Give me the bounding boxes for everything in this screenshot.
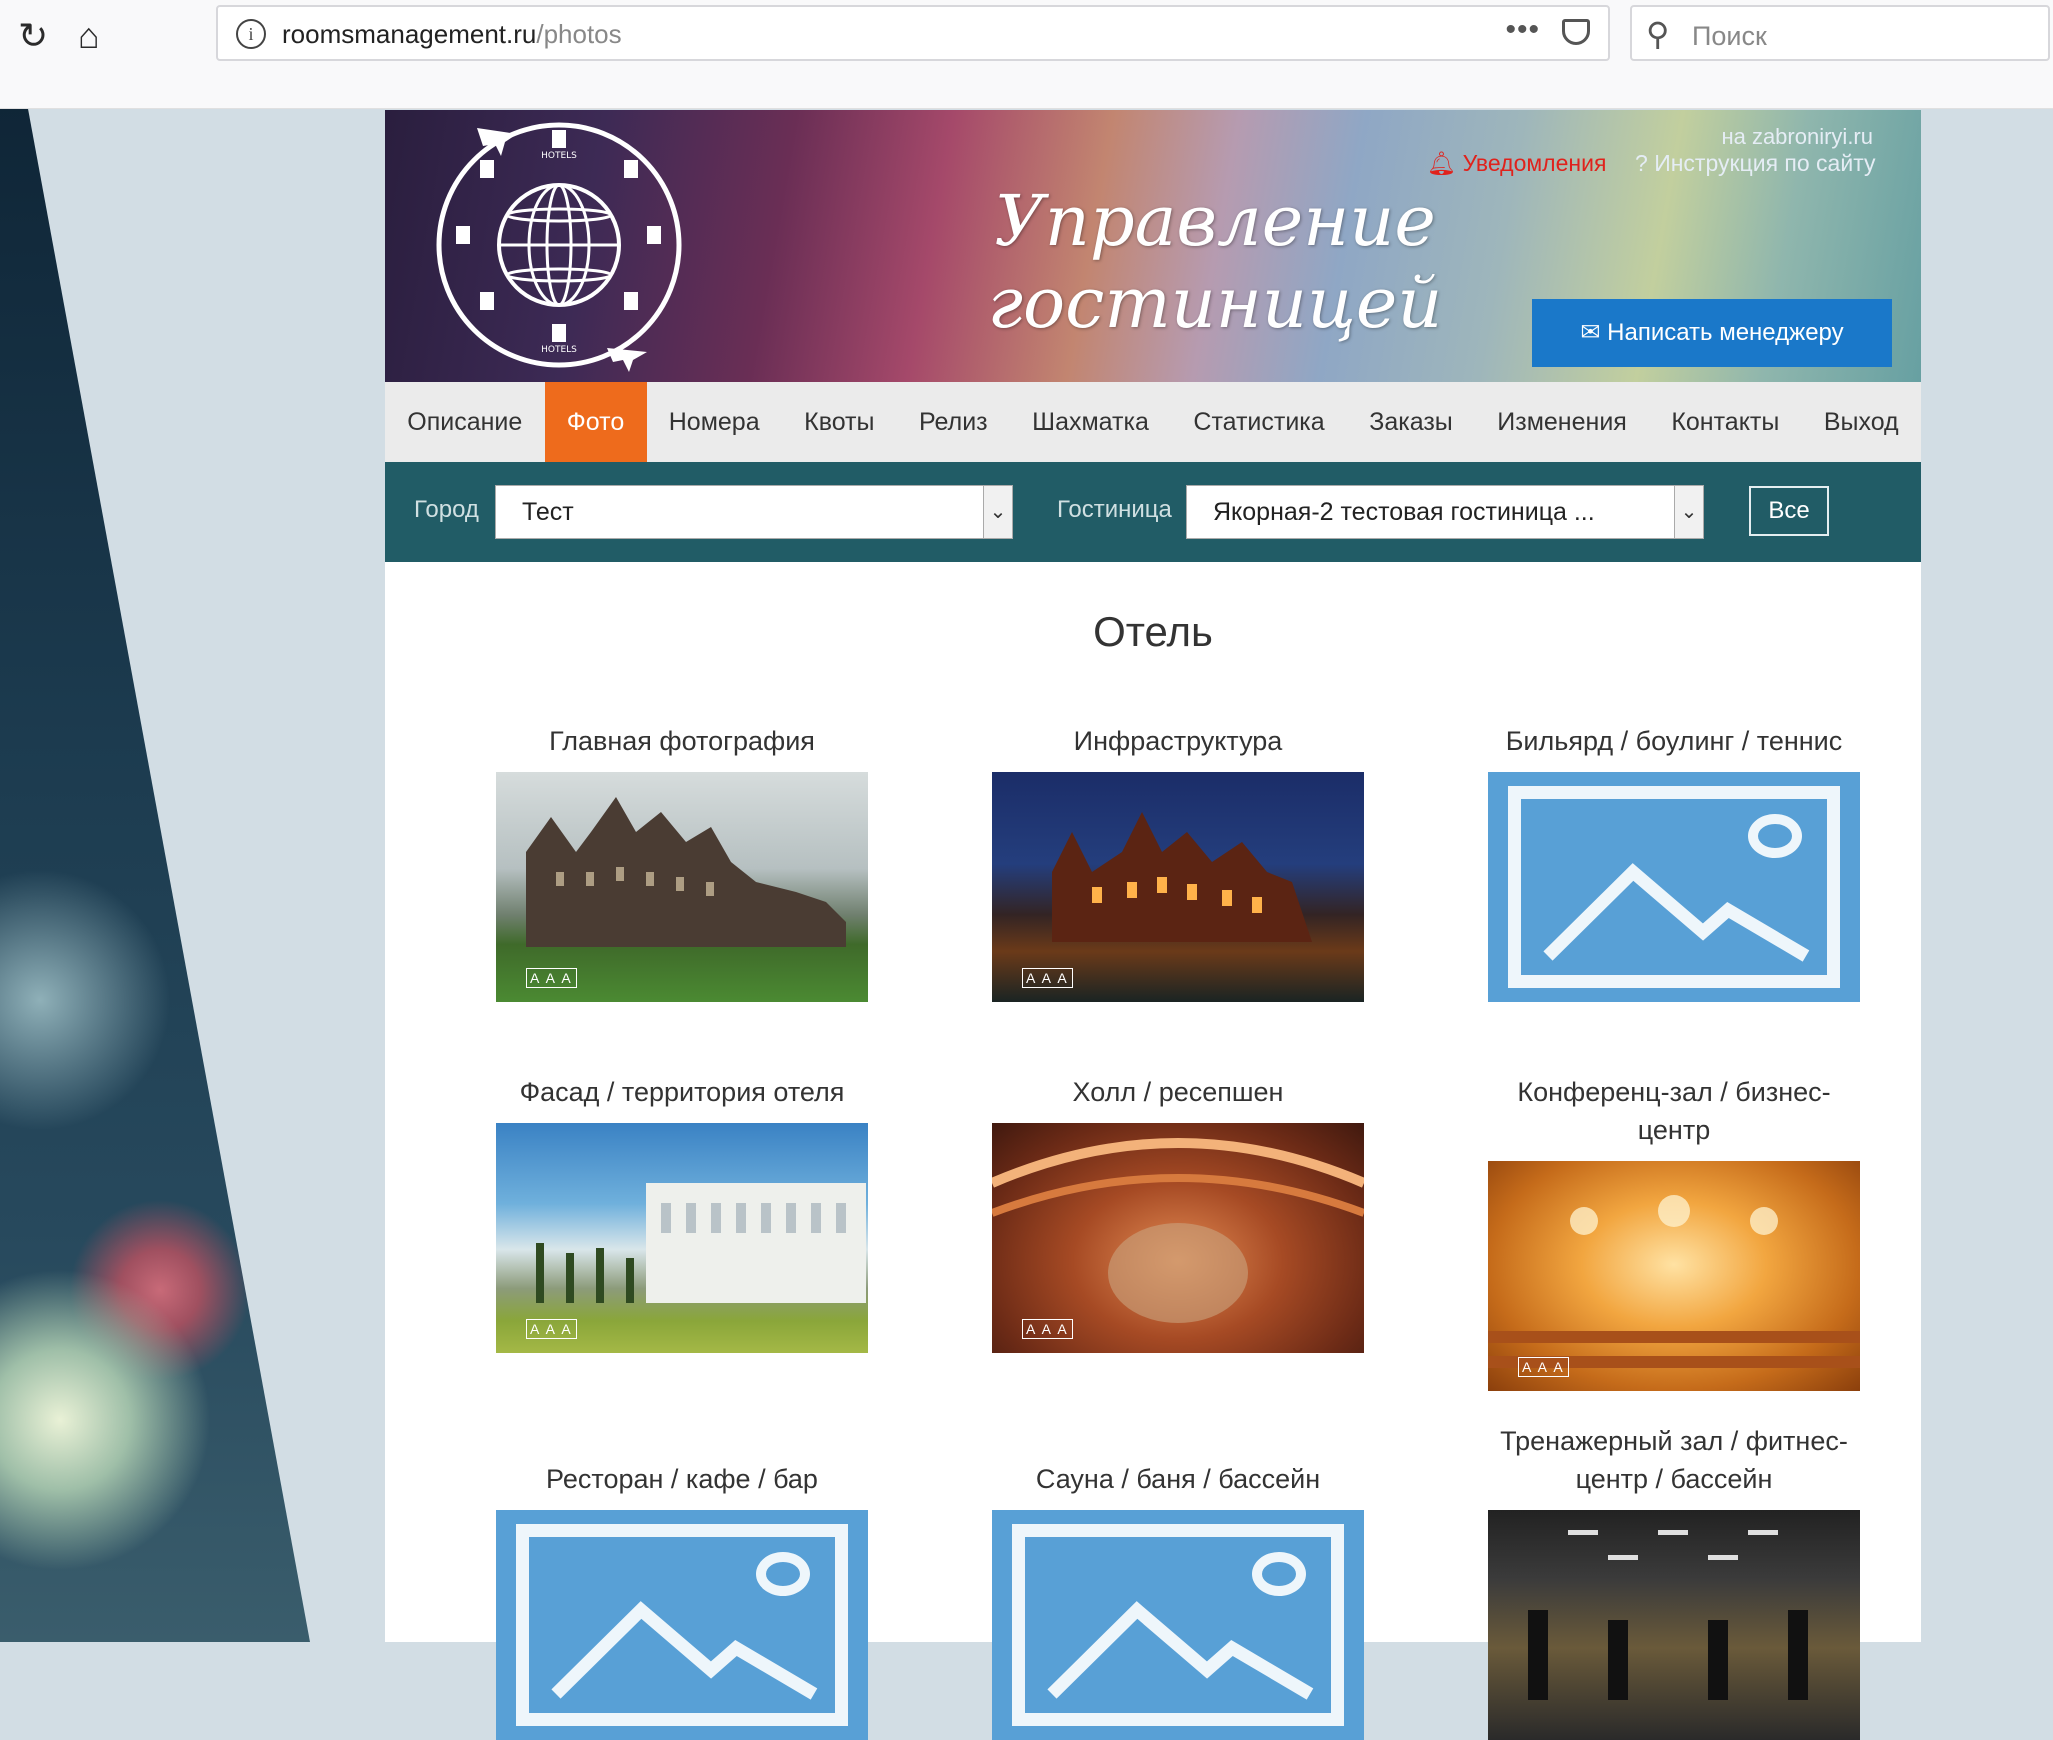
- chevron-down-icon[interactable]: ⌄: [1674, 486, 1703, 538]
- address-bar[interactable]: i roomsmanagement.ru/photos •••: [216, 5, 1610, 61]
- tab-quotas[interactable]: Квоты: [782, 382, 897, 462]
- city-label: Город: [414, 496, 479, 523]
- photo-caption: Холл / ресепшен: [1072, 1077, 1284, 1107]
- photo-caption: Сауна / баня / бассейн: [1035, 1464, 1321, 1494]
- tab-rooms[interactable]: Номера: [647, 382, 782, 462]
- photo-caption: Фасад / территория отеля: [519, 1077, 845, 1107]
- photo-thumbnail[interactable]: [1488, 1510, 1860, 1740]
- watermark: A A A: [526, 968, 577, 988]
- photo-caption: Инфраструктура: [1073, 726, 1283, 756]
- filter-bar: Город Тест ⌄ Гостиница Якорная-2 тестова…: [385, 462, 1921, 562]
- hotel-label: Гостиница: [1057, 496, 1172, 523]
- photo-card-main[interactable]: Главная фотография A A A: [496, 722, 868, 1002]
- tab-contacts[interactable]: Контакты: [1649, 382, 1802, 462]
- photo-caption: Главная фотография: [549, 726, 815, 756]
- chevron-down-icon[interactable]: ⌄: [983, 486, 1012, 538]
- all-button[interactable]: Все: [1749, 486, 1829, 536]
- section-title: Отель: [1093, 608, 1213, 655]
- help-link[interactable]: ? Инструкция по сайту: [1635, 150, 1875, 177]
- url-host: roomsmanagement.ru: [282, 19, 537, 49]
- city-value: Тест: [522, 498, 574, 526]
- tab-logout[interactable]: Выход: [1802, 382, 1921, 462]
- notifications-label: Уведомления: [1462, 150, 1607, 176]
- image-placeholder-icon[interactable]: [992, 1510, 1364, 1740]
- desktop-background: [0, 0, 310, 1642]
- tab-chessboard[interactable]: Шахматка: [1010, 382, 1171, 462]
- logo-hotels-label: HOTELS: [541, 345, 577, 355]
- main-nav-tabs: Описание Фото Номера Квоты Релиз Шахматк…: [385, 382, 1921, 462]
- notifications-link[interactable]: 🔔︎ Уведомления: [1427, 150, 1606, 177]
- browser-search-box[interactable]: ⚲ Поиск: [1630, 5, 2050, 61]
- photo-thumbnail[interactable]: A A A: [496, 1123, 868, 1353]
- reload-icon[interactable]: ↻: [18, 14, 48, 58]
- photo-caption: Тренажерный зал / фитнес-центр / бассейн: [1500, 1426, 1848, 1494]
- site-header: HOTELS HOTELS на zabroniryi.ru 🔔︎ Уведом…: [385, 110, 1921, 382]
- site-link[interactable]: на zabroniryi.ru: [1721, 124, 1873, 150]
- logo-hotels-label: HOTELS: [541, 151, 577, 161]
- photo-card-sauna[interactable]: Сауна / баня / бассейн: [992, 1460, 1364, 1740]
- help-label: Инструкция по сайту: [1654, 150, 1876, 176]
- hotel-value: Якорная-2 тестовая гостиница ...: [1213, 498, 1595, 526]
- photo-thumbnail[interactable]: A A A: [1488, 1161, 1860, 1391]
- page-actions-icon[interactable]: •••: [1505, 13, 1540, 47]
- hotel-select[interactable]: Якорная-2 тестовая гостиница ... ⌄: [1186, 485, 1704, 539]
- write-manager-button[interactable]: ✉ Написать менеджеру: [1532, 299, 1892, 367]
- photo-card-infrastructure[interactable]: Инфраструктура A A A: [992, 722, 1364, 1002]
- photo-card-conference[interactable]: Конференц-зал / бизнес-центр A A A: [1488, 1073, 1860, 1391]
- search-icon: ⚲: [1646, 16, 1670, 52]
- photo-thumbnail[interactable]: A A A: [992, 772, 1364, 1002]
- tab-statistics[interactable]: Статистика: [1171, 382, 1347, 462]
- url-text[interactable]: roomsmanagement.ru/photos: [282, 19, 622, 50]
- image-placeholder-icon[interactable]: [1488, 772, 1860, 1002]
- photo-thumbnail[interactable]: A A A: [496, 772, 868, 1002]
- photo-card-restaurant[interactable]: Ресторан / кафе / бар: [496, 1460, 868, 1740]
- photo-thumbnail[interactable]: A A A: [992, 1123, 1364, 1353]
- watermark: A A A: [1022, 968, 1073, 988]
- home-icon[interactable]: ⌂: [78, 14, 100, 58]
- watermark: A A A: [1022, 1319, 1073, 1339]
- photo-card-gym[interactable]: Тренажерный зал / фитнес-центр / бассейн: [1488, 1422, 1860, 1740]
- tab-photo[interactable]: Фото: [544, 382, 647, 462]
- pocket-icon[interactable]: [1562, 19, 1590, 45]
- tab-description[interactable]: Описание: [385, 382, 545, 462]
- envelope-icon: ✉: [1580, 319, 1601, 346]
- write-manager-label: Написать менеджеру: [1607, 319, 1844, 346]
- browser-toolbar: ↻ ⌂ i roomsmanagement.ru/photos ••• ⚲ По…: [0, 0, 2053, 109]
- site-title: Управление гостиницей: [987, 180, 1443, 344]
- bell-icon: 🔔︎: [1427, 150, 1457, 176]
- url-path: /photos: [536, 19, 622, 49]
- gym-image: [1528, 1530, 1808, 1700]
- logo[interactable]: HOTELS HOTELS: [425, 116, 693, 374]
- city-select[interactable]: Тест ⌄: [495, 485, 1013, 539]
- image-placeholder-icon[interactable]: [496, 1510, 868, 1740]
- search-placeholder: Поиск: [1692, 21, 1767, 51]
- watermark: A A A: [1518, 1357, 1569, 1377]
- photo-caption: Бильярд / боулинг / теннис: [1505, 726, 1843, 756]
- photo-card-lobby[interactable]: Холл / ресепшен A A A: [992, 1073, 1364, 1353]
- photo-caption: Конференц-зал / бизнес-центр: [1517, 1077, 1831, 1145]
- question-icon: ?: [1635, 150, 1648, 176]
- tab-changes[interactable]: Изменения: [1475, 382, 1649, 462]
- photo-caption: Ресторан / кафе / бар: [546, 1464, 818, 1494]
- tab-release[interactable]: Релиз: [897, 382, 1010, 462]
- watermark: A A A: [526, 1319, 577, 1339]
- photo-card-billiards[interactable]: Бильярд / боулинг / теннис: [1488, 722, 1860, 1002]
- info-icon[interactable]: i: [236, 19, 266, 49]
- tab-orders[interactable]: Заказы: [1347, 382, 1475, 462]
- photo-card-facade[interactable]: Фасад / территория отеля A A A: [496, 1073, 868, 1353]
- site-container: HOTELS HOTELS на zabroniryi.ru 🔔︎ Уведом…: [385, 110, 1921, 1740]
